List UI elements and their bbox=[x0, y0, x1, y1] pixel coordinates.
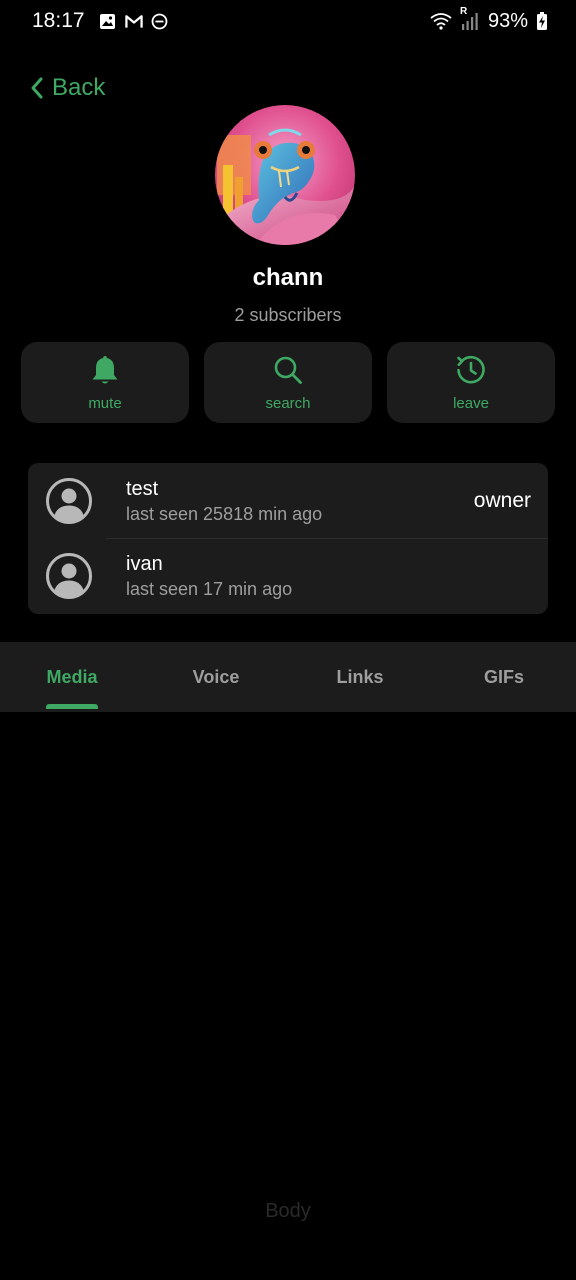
wifi-icon bbox=[430, 12, 452, 30]
search-button[interactable]: search bbox=[204, 342, 372, 423]
channel-name: chann bbox=[252, 264, 324, 291]
chevron-left-icon bbox=[30, 76, 44, 100]
chameleon-image bbox=[215, 105, 355, 245]
tab-voice-label: Voice bbox=[192, 666, 240, 687]
signal-icon: R bbox=[460, 6, 480, 30]
search-label: search bbox=[265, 395, 311, 412]
member-row-test[interactable]: test last seen 25818 min ago owner bbox=[28, 463, 548, 538]
member-role-badge: owner bbox=[473, 489, 531, 512]
roaming-label: R bbox=[459, 6, 468, 17]
leave-label: leave bbox=[453, 395, 489, 412]
tab-media[interactable]: Media bbox=[0, 642, 144, 712]
status-time: 18:17 bbox=[32, 9, 85, 32]
action-buttons: mute search leave bbox=[21, 342, 555, 423]
status-bar: 18:17 R 93% bbox=[0, 0, 576, 42]
body-placeholder: Body bbox=[265, 1200, 311, 1222]
leave-button[interactable]: leave bbox=[387, 342, 555, 423]
mute-label: mute bbox=[88, 395, 122, 412]
leave-icon bbox=[455, 354, 487, 386]
bell-icon bbox=[89, 354, 121, 386]
tab-voice[interactable]: Voice bbox=[144, 642, 288, 712]
mute-button[interactable]: mute bbox=[21, 342, 189, 423]
media-tabs: Media Voice Links GIFs bbox=[0, 642, 576, 712]
battery-charging-icon bbox=[536, 12, 548, 30]
member-name: ivan bbox=[126, 553, 163, 575]
battery-percentage: 93% bbox=[487, 9, 528, 32]
member-last-seen: last seen 17 min ago bbox=[126, 579, 293, 599]
tab-gifs-label: GIFs bbox=[483, 666, 524, 687]
user-avatar-icon bbox=[45, 552, 93, 600]
do-not-disturb-icon bbox=[151, 12, 169, 30]
tab-gifs[interactable]: GIFs bbox=[432, 642, 576, 712]
members-list: test last seen 25818 min ago owner ivan … bbox=[28, 463, 548, 614]
image-icon bbox=[99, 12, 117, 30]
tab-links-label: Links bbox=[336, 666, 384, 687]
tab-links[interactable]: Links bbox=[288, 642, 432, 712]
gmail-icon bbox=[124, 12, 143, 30]
status-left: 18:17 bbox=[32, 9, 169, 33]
channel-info-screen: 18:17 R 93% Back chann 2 subscribers mut… bbox=[0, 0, 576, 1280]
member-row-ivan[interactable]: ivan last seen 17 min ago bbox=[28, 538, 548, 613]
back-button[interactable]: Back bbox=[30, 74, 105, 102]
member-last-seen: last seen 25818 min ago bbox=[126, 504, 323, 524]
back-label: Back bbox=[52, 74, 106, 101]
search-icon bbox=[272, 354, 304, 386]
tab-media-label: Media bbox=[46, 666, 98, 687]
status-right: R 93% bbox=[430, 6, 548, 33]
subscriber-count: 2 subscribers bbox=[234, 305, 342, 325]
channel-avatar[interactable] bbox=[215, 105, 355, 245]
member-name: test bbox=[126, 478, 159, 500]
active-tab-indicator bbox=[46, 704, 98, 709]
user-avatar-icon bbox=[45, 477, 93, 525]
